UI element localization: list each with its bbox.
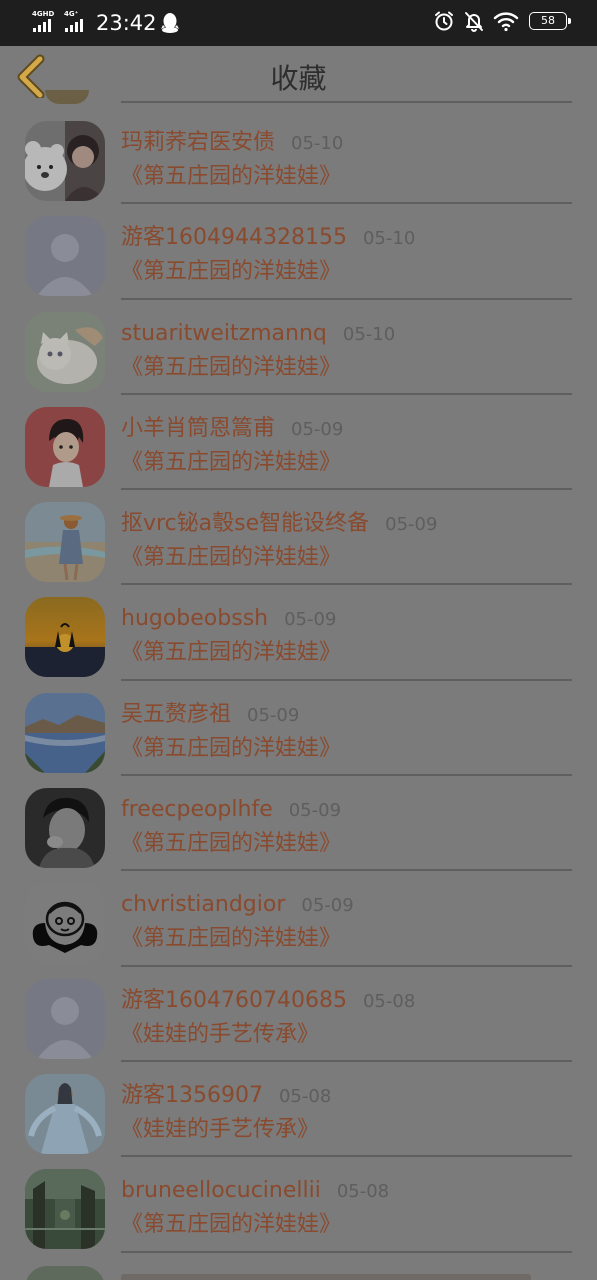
work-title[interactable]: 《娃娃的手艺传承》 [121,1115,319,1145]
work-title[interactable]: 《第五庄园的洋娃娃》 [121,638,341,668]
work-title[interactable]: 《第五庄园的洋娃娃》 [121,448,341,478]
divider [121,1155,572,1158]
avatar-kitten [25,311,105,392]
divider [121,964,572,967]
clock: 23:42 [96,11,157,35]
divider [121,297,572,300]
list-item[interactable]: chvristiandgior 05-09 《第五庄园的洋娃娃》 [0,872,597,967]
date: 05-09 [288,800,342,822]
divider [121,1059,572,1062]
date: 05-08 [278,1085,332,1107]
date: 05-09 [284,609,337,631]
date: 05-09 [385,514,438,536]
work-title[interactable]: 《第五庄园的洋娃娃》 [121,543,341,573]
divider [121,101,572,103]
username: bruneellocucinellii [121,1178,321,1204]
work-title[interactable]: 《第五庄园的洋娃娃》 [121,829,341,859]
divider [121,392,572,395]
work-title[interactable]: 《第五庄园的洋娃娃》 [121,162,341,192]
username-peek [121,1274,531,1280]
date: 05-10 [342,323,396,345]
work-title[interactable]: 《第五庄园的洋娃娃》 [121,734,341,764]
qq-icon [161,13,179,33]
username: stuaritweitzmannq [121,320,327,346]
avatar-beach [25,502,105,583]
list-item[interactable]: 游客1356907 05-08 《娃娃的手艺传承》 [0,1063,597,1158]
battery-icon: 58 [529,12,571,30]
work-title[interactable]: 《第五庄园的洋娃娃》 [121,257,341,287]
avatar-anime [25,406,105,487]
work-title[interactable]: 《第五庄园的洋娃娃》 [121,353,341,383]
list-item[interactable]: 玛莉荞宕医安债 05-10 《第五庄园的洋娃娃》 [0,110,597,205]
work-title[interactable]: 《第五庄园的洋娃娃》 [121,924,341,954]
date: 05-09 [301,895,354,917]
divider [121,774,572,777]
date: 05-08 [336,1181,390,1203]
mute-icon [465,12,483,32]
signal-icon: 4G⁺ [64,10,90,33]
status-bar: 4GHD 4G⁺ 23:42 58 [0,0,597,46]
favorites-list: 玛莉荞宕医安债 05-10 《第五庄园的洋娃娃》 游客1604944328155… [0,110,597,1254]
divider [121,583,572,586]
work-title[interactable]: 《第五庄园的洋娃娃》 [121,1210,341,1240]
username: 游客1604944328155 [121,225,347,251]
avatar-hanfu [25,1073,105,1154]
list-item[interactable]: 游客1604760740685 05-08 《娃娃的手艺传承》 [0,968,597,1063]
username: 游客1604760740685 [121,987,347,1013]
date: 05-09 [291,418,344,440]
avatar-default [25,216,105,297]
avatar-cartoon [25,883,105,964]
divider [121,869,572,872]
list-item[interactable]: 小羊肖筒恩篙甫 05-09 《第五庄园的洋娃娃》 [0,396,597,491]
list-item[interactable]: bruneellocucinellii 05-08 《第五庄园的洋娃娃》 [0,1158,597,1253]
date: 05-10 [291,133,344,154]
wifi-icon [493,12,519,32]
list-item[interactable]: stuaritweitzmannq 05-10 《第五庄园的洋娃娃》 [0,301,597,396]
sim2-label: 4G⁺ [64,10,79,18]
list-item[interactable]: 游客1604944328155 05-10 《第五庄园的洋娃娃》 [0,205,597,300]
sim1-label: 4GHD [32,10,55,18]
avatar-sunset [25,597,105,678]
alarm-icon [435,11,453,31]
date: 05-08 [362,990,416,1012]
username: chvristiandgior [121,892,286,918]
date: 05-10 [362,228,416,250]
avatar [25,1266,105,1280]
username: 小羊肖筒恩篙甫 [121,415,276,441]
avatar-bw-boy [25,788,105,869]
list-item[interactable]: 抠vrc铋a彀se智能设终备 05-09 《第五庄园的洋娃娃》 [0,491,597,586]
username: 游客1356907 [121,1082,263,1108]
work-title[interactable]: 《娃娃的手艺传承》 [121,1020,319,1050]
username: 抠vrc铋a彀se智能设终备 [121,511,370,537]
avatar-default [25,978,105,1059]
avatar-lake [25,692,105,773]
divider [121,202,572,205]
list-item[interactable]: 吴五赘彦祖 05-09 《第五庄园的洋娃娃》 [0,682,597,777]
divider [121,488,572,491]
username: 吴五赘彦祖 [121,701,232,727]
list-item-partial-bottom [0,1252,597,1280]
avatar-street [25,1169,105,1250]
list-item[interactable]: freecpeoplhfe 05-09 《第五庄园的洋娃娃》 [0,777,597,872]
date: 05-09 [247,704,300,726]
avatar-girl-bear [25,121,105,201]
list-item[interactable]: hugobeobssh 05-09 《第五庄园的洋娃娃》 [0,586,597,681]
username: hugobeobssh [121,606,269,632]
page-title: 收藏 [270,62,327,95]
username: 玛莉荞宕医安债 [121,130,276,155]
signal-icon: 4GHD [32,10,58,33]
divider [121,678,572,681]
username: freecpeoplhfe [121,797,273,823]
network-indicators: 4GHD 4G⁺ [32,10,90,33]
